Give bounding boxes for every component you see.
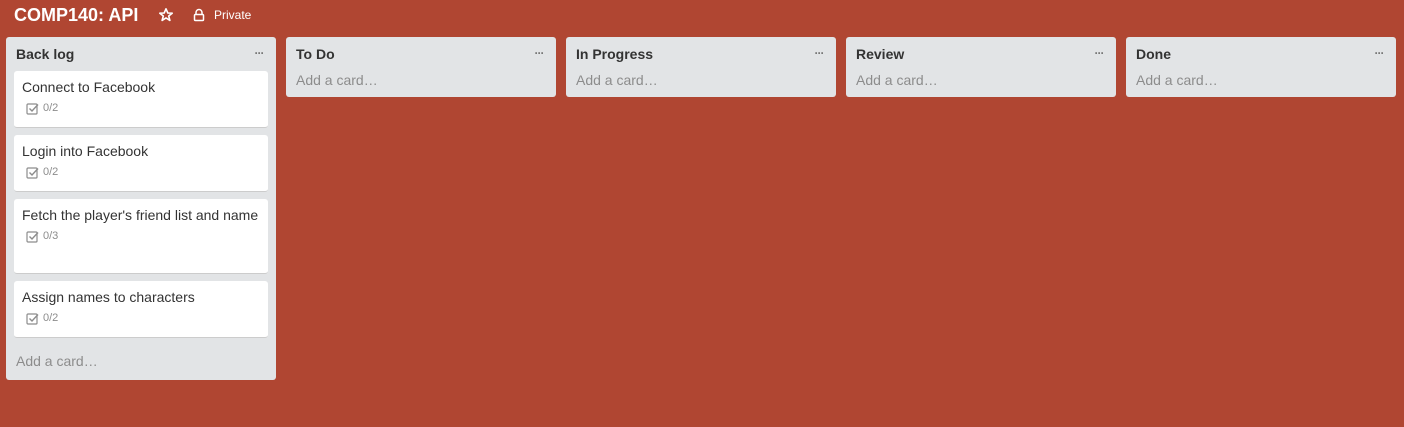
- checklist-badge: 0/2: [26, 101, 260, 115]
- checklist-count: 0/2: [43, 312, 59, 324]
- visibility-button[interactable]: Private: [192, 6, 251, 24]
- checklist-badge: 0/2: [26, 311, 260, 325]
- list-header: To Do ···: [286, 37, 556, 71]
- list-to-do: To Do ··· Add a card…: [286, 37, 556, 97]
- lock-icon: [193, 8, 205, 22]
- card[interactable]: Connect to Facebook 0/2: [14, 71, 268, 128]
- list-menu-button[interactable]: ···: [1090, 45, 1108, 63]
- card[interactable]: Assign names to characters 0/2: [14, 281, 268, 338]
- checklist-count: 0/2: [43, 166, 59, 178]
- checklist-badge: 0/3: [26, 229, 260, 243]
- visibility-label: Private: [214, 8, 252, 22]
- card-list: Connect to Facebook 0/2 Login into Faceb…: [6, 71, 276, 338]
- add-card-link[interactable]: Add a card…: [286, 71, 556, 97]
- list-done: Done ··· Add a card…: [1126, 37, 1396, 97]
- card[interactable]: Fetch the player's friend list and name …: [14, 199, 268, 274]
- list-in-progress: In Progress ··· Add a card…: [566, 37, 836, 97]
- card-title: Login into Facebook: [22, 143, 149, 159]
- list-menu-button[interactable]: ···: [810, 45, 828, 63]
- board-title[interactable]: COMP140: API: [14, 5, 138, 25]
- checklist-count: 0/2: [43, 102, 59, 114]
- list-title[interactable]: To Do: [296, 46, 335, 62]
- list-menu-button[interactable]: ···: [250, 45, 268, 63]
- list-header: Done ···: [1126, 37, 1396, 71]
- list-header: In Progress ···: [566, 37, 836, 71]
- list-menu-button[interactable]: ···: [530, 45, 548, 63]
- card-title: Assign names to characters: [22, 289, 195, 305]
- list-title[interactable]: Back log: [16, 46, 74, 62]
- list-title[interactable]: Review: [856, 46, 904, 62]
- list-header: Review ···: [846, 37, 1116, 71]
- card[interactable]: Login into Facebook 0/2: [14, 135, 268, 192]
- checklist-badge: 0/2: [26, 165, 260, 179]
- board-header: COMP140: API Private: [0, 0, 1404, 32]
- list-menu-button[interactable]: ···: [1370, 45, 1388, 63]
- add-card-link[interactable]: Add a card…: [6, 345, 276, 380]
- list-review: Review ··· Add a card…: [846, 37, 1116, 97]
- list-title[interactable]: In Progress: [576, 46, 653, 62]
- list-title[interactable]: Done: [1136, 46, 1171, 62]
- checklist-count: 0/3: [43, 230, 59, 242]
- card-title: Fetch the player's friend list and name: [22, 207, 259, 223]
- add-card-link[interactable]: Add a card…: [566, 71, 836, 97]
- star-button[interactable]: [158, 7, 174, 23]
- list-back-log: Back log ··· Connect to Facebook 0/2 Log…: [6, 37, 276, 380]
- checklist-icon: [26, 102, 39, 115]
- card-title: Connect to Facebook: [22, 79, 156, 95]
- add-card-link[interactable]: Add a card…: [846, 71, 1116, 97]
- list-header: Back log ···: [6, 37, 276, 71]
- add-card-link[interactable]: Add a card…: [1126, 71, 1396, 97]
- star-icon: [158, 7, 173, 22]
- checklist-icon: [26, 166, 39, 179]
- checklist-icon: [26, 230, 39, 243]
- checklist-icon: [26, 312, 39, 325]
